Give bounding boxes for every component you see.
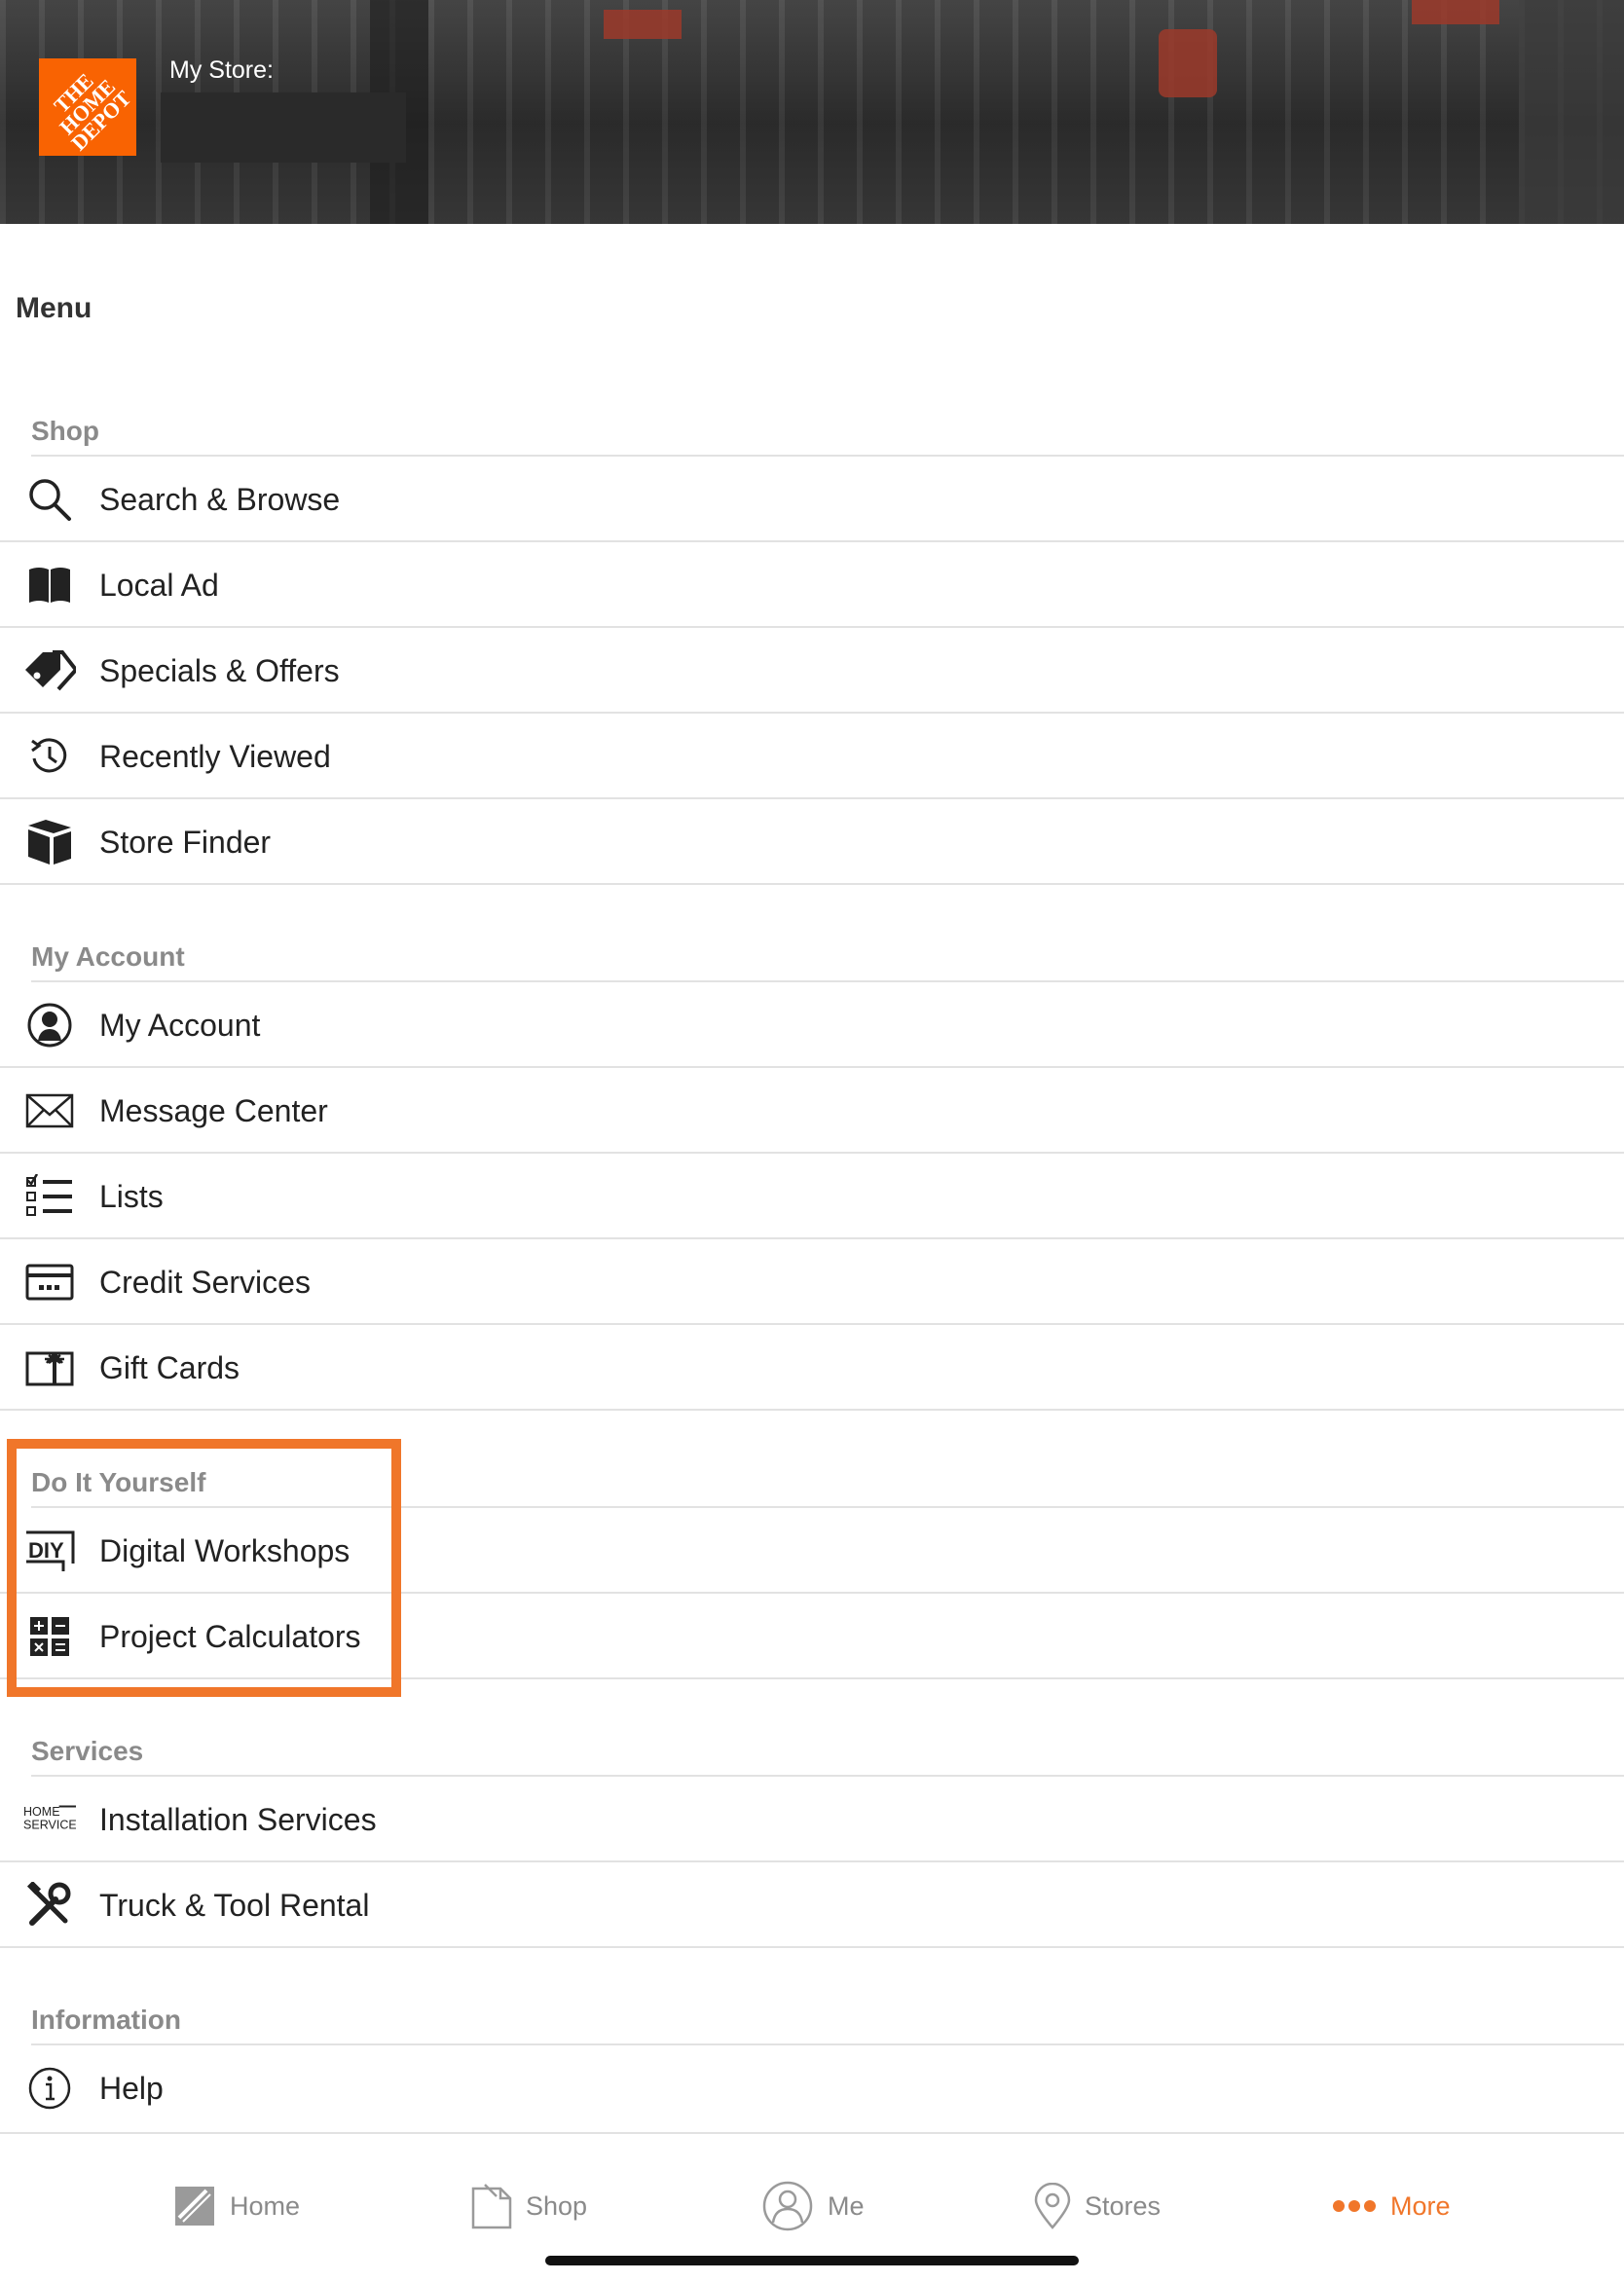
menu-item-label: Truck & Tool Rental xyxy=(99,1887,370,1923)
menu-item-gift-cards[interactable]: Gift Cards xyxy=(0,1326,1624,1410)
menu-item-label: Local Ad xyxy=(99,567,219,603)
user-circle-icon xyxy=(761,2180,814,2232)
tools-icon xyxy=(23,1879,76,1932)
divider xyxy=(31,2043,1624,2045)
divider xyxy=(31,980,1624,982)
user-icon xyxy=(23,999,76,1051)
tab-stores[interactable]: Stores xyxy=(1034,2177,1161,2235)
home-services-icon: HOME SERVICES xyxy=(23,1793,76,1846)
section-title-shop: Shop xyxy=(31,416,99,446)
menu-title: Menu xyxy=(16,292,92,324)
location-pin-icon xyxy=(1034,2183,1071,2229)
section-title-information: Information xyxy=(31,2005,181,2035)
tab-label: Me xyxy=(828,2190,865,2221)
tag-icon xyxy=(23,644,76,697)
menu-item-label: My Account xyxy=(99,1007,261,1043)
menu-item-installation-services[interactable]: HOME SERVICES Installation Services xyxy=(0,1778,1624,1861)
menu-item-label: Message Center xyxy=(99,1092,328,1128)
home-services-icon-text-2: SERVICES xyxy=(23,1819,76,1832)
tab-label: Shop xyxy=(526,2190,588,2221)
menu-item-store-finder[interactable]: Store Finder xyxy=(0,800,1624,884)
gift-card-icon xyxy=(23,1342,76,1394)
menu-item-label: Help xyxy=(99,2070,164,2106)
home-depot-logo[interactable]: THE HOME DEPOT xyxy=(39,58,136,156)
menu-item-label: Gift Cards xyxy=(99,1349,240,1385)
menu-item-credit-services[interactable]: Credit Services xyxy=(0,1240,1624,1324)
menu-item-lists[interactable]: Lists xyxy=(0,1155,1624,1238)
menu-item-label: Lists xyxy=(99,1178,164,1214)
divider xyxy=(0,1237,1624,1239)
divider xyxy=(0,1946,1624,1948)
info-icon xyxy=(23,2062,76,2115)
divider xyxy=(0,1323,1624,1325)
divider xyxy=(0,1860,1624,1862)
menu-item-label: Search & Browse xyxy=(99,481,341,517)
divider xyxy=(0,1409,1624,1411)
menu-item-recently-viewed[interactable]: Recently Viewed xyxy=(0,715,1624,798)
menu-item-search-browse[interactable]: Search & Browse xyxy=(0,458,1624,541)
map-icon xyxy=(23,816,76,868)
divider xyxy=(0,1152,1624,1154)
my-store-name[interactable] xyxy=(161,92,406,163)
tab-more[interactable]: More xyxy=(1332,2177,1451,2235)
home-services-icon-text-1: HOME xyxy=(23,1805,60,1819)
divider xyxy=(31,1775,1624,1777)
banner-decor xyxy=(604,10,682,39)
banner-decor xyxy=(1519,0,1624,224)
menu-item-help[interactable]: Help xyxy=(0,2046,1624,2130)
checklist-icon xyxy=(23,1170,76,1223)
more-dots-icon xyxy=(1332,2199,1377,2213)
menu-item-label: Installation Services xyxy=(99,1801,377,1837)
tab-label: Stores xyxy=(1085,2190,1162,2221)
menu-item-message-center[interactable]: Message Center xyxy=(0,1069,1624,1153)
divider xyxy=(0,712,1624,714)
divider xyxy=(0,1066,1624,1068)
book-icon xyxy=(23,559,76,611)
section-title-my-account: My Account xyxy=(31,941,185,972)
menu-item-label: Specials & Offers xyxy=(99,652,340,688)
tab-home[interactable]: Home xyxy=(173,2177,300,2235)
menu-item-truck-tool-rental[interactable]: Truck & Tool Rental xyxy=(0,1863,1624,1947)
banner-decor xyxy=(1412,0,1499,24)
divider xyxy=(0,797,1624,799)
section-title-services: Services xyxy=(31,1736,144,1766)
tab-label: Home xyxy=(230,2190,301,2221)
menu-item-label: Recently Viewed xyxy=(99,738,331,774)
menu-item-label: Store Finder xyxy=(99,824,272,860)
menu-item-my-account[interactable]: My Account xyxy=(0,983,1624,1067)
banner-decor xyxy=(1159,29,1217,97)
divider xyxy=(0,883,1624,885)
history-icon xyxy=(23,730,76,783)
tab-shop[interactable]: Shop xyxy=(471,2177,587,2235)
divider xyxy=(0,540,1624,542)
tab-label: More xyxy=(1390,2190,1451,2221)
menu-item-specials-offers[interactable]: Specials & Offers xyxy=(0,629,1624,713)
logo-text: THE HOME DEPOT xyxy=(49,68,136,156)
shop-icon xyxy=(471,2183,512,2229)
credit-card-icon xyxy=(23,1256,76,1308)
menu-item-local-ad[interactable]: Local Ad xyxy=(0,543,1624,627)
header-banner: THE HOME DEPOT My Store: xyxy=(0,0,1624,224)
divider xyxy=(31,455,1624,457)
search-icon xyxy=(23,473,76,526)
tab-me[interactable]: Me xyxy=(761,2177,865,2235)
my-store-label: My Store: xyxy=(169,56,274,84)
home-depot-icon xyxy=(173,2185,216,2227)
divider xyxy=(0,626,1624,628)
home-indicator xyxy=(545,2256,1079,2265)
highlight-box xyxy=(7,1439,401,1697)
menu-item-label: Credit Services xyxy=(99,1264,311,1300)
envelope-icon xyxy=(23,1085,76,1137)
